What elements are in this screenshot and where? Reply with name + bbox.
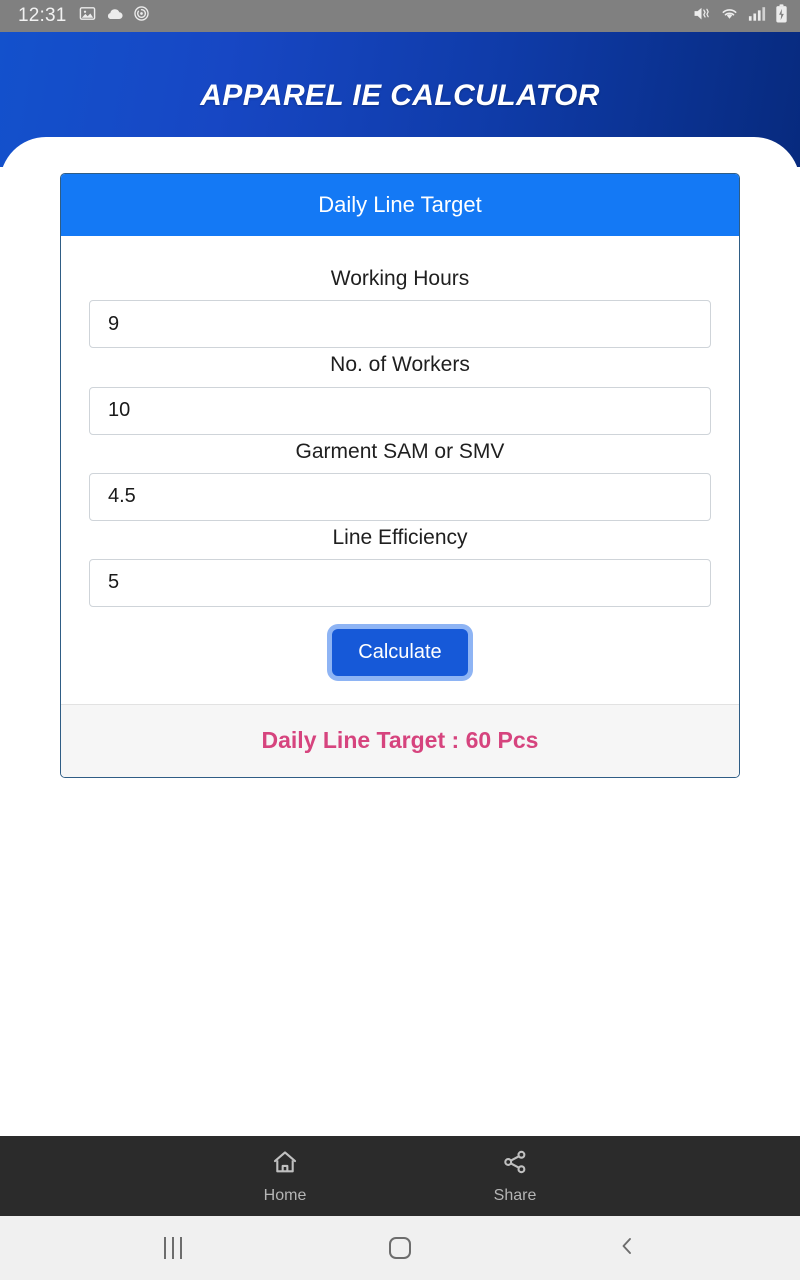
bottom-label-home: Home: [263, 1187, 307, 1204]
field-label-line-efficiency: Line Efficiency: [332, 525, 468, 549]
card-header: Daily Line Target: [61, 174, 739, 237]
back-button[interactable]: [597, 1226, 657, 1270]
card-footer: Daily Line Target : 60 Pcs: [61, 703, 739, 778]
status-clock: 12:31: [18, 5, 67, 26]
line-efficiency-input[interactable]: [89, 558, 711, 607]
status-bar: 12:31: [0, 0, 800, 32]
bottom-item-home[interactable]: Home: [245, 1148, 325, 1204]
bottom-app-bar: Home Share: [0, 1136, 800, 1216]
signal-bars-icon: [748, 5, 766, 27]
cloud-icon: [105, 5, 124, 27]
home-square-icon: [388, 1237, 411, 1259]
content-sheet: Daily Line Target Working Hours No. of W…: [0, 137, 800, 1136]
status-bar-left: 12:31: [18, 5, 150, 27]
home-icon: [271, 1148, 299, 1181]
calculate-button-row: Calculate: [89, 607, 711, 690]
share-icon: [501, 1148, 529, 1181]
field-label-garment-sam: Garment SAM or SMV: [295, 439, 505, 463]
phone-screen: 12:31 APPAREL IE CALCULATOR Daily Line T…: [0, 0, 800, 1280]
back-chevron-icon: [615, 1234, 639, 1263]
bottom-label-share: Share: [493, 1187, 537, 1204]
image-icon: [79, 5, 96, 27]
field-line-efficiency: Line Efficiency: [89, 521, 711, 607]
field-working-hours: Working Hours: [89, 262, 711, 349]
mute-vibrate-icon: [692, 5, 711, 27]
working-hours-input[interactable]: [89, 300, 711, 349]
card-body: Working Hours No. of Workers Garment SAM…: [61, 236, 739, 704]
battery-charging-icon: [775, 4, 788, 28]
recents-button[interactable]: [143, 1226, 203, 1270]
garment-sam-input[interactable]: [89, 472, 711, 521]
result-text: Daily Line Target : 60 Pcs: [261, 726, 539, 753]
bottom-item-share[interactable]: Share: [475, 1148, 555, 1204]
field-number-of-workers: No. of Workers: [89, 348, 711, 435]
page-title: APPAREL IE CALCULATOR: [200, 78, 600, 112]
sync-circle-icon: [133, 5, 150, 27]
wifi-icon: [720, 5, 739, 27]
number-of-workers-input[interactable]: [89, 386, 711, 435]
daily-line-target-card: Daily Line Target Working Hours No. of W…: [60, 173, 740, 779]
recents-icon: [164, 1237, 183, 1259]
android-nav-bar: [0, 1216, 800, 1280]
field-garment-sam: Garment SAM or SMV: [89, 435, 711, 521]
field-label-working-hours: Working Hours: [330, 267, 470, 291]
field-label-number-of-workers: No. of Workers: [330, 353, 470, 377]
home-button[interactable]: [370, 1226, 430, 1270]
status-bar-right: [692, 4, 788, 28]
calculate-button[interactable]: Calculate: [332, 628, 468, 676]
